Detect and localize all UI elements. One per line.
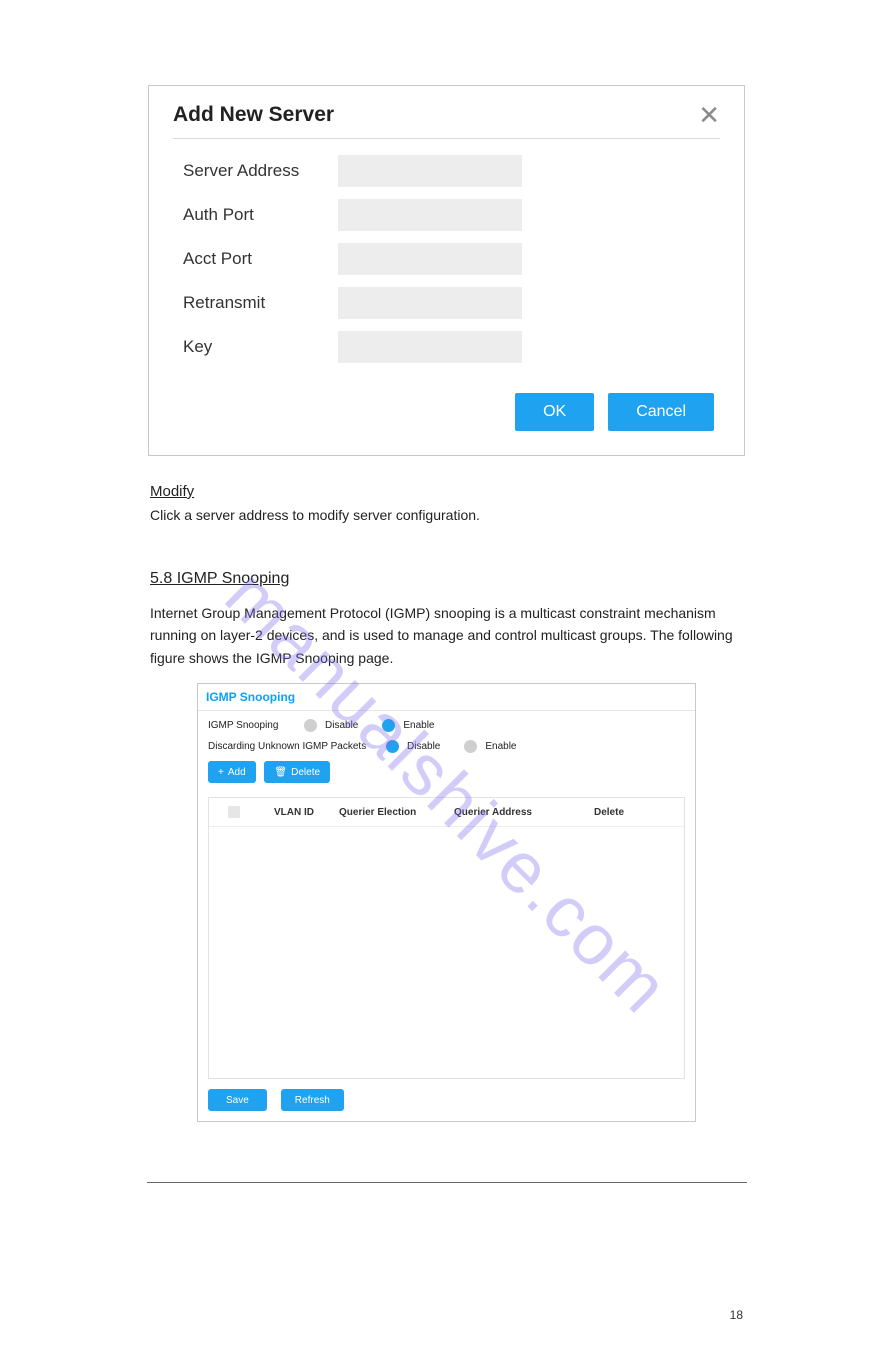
radio-icon[interactable] <box>386 740 399 753</box>
refresh-button[interactable]: Refresh <box>281 1089 344 1111</box>
radio-icon[interactable] <box>382 719 395 732</box>
add-label: Add <box>228 767 246 778</box>
ok-button[interactable]: OK <box>515 393 594 431</box>
close-icon[interactable]: ✕ <box>698 102 720 128</box>
save-button[interactable]: Save <box>208 1089 267 1111</box>
delete-button[interactable]: 🗑 Delete <box>264 761 330 783</box>
enable-option[interactable]: Enable <box>485 741 516 752</box>
acct-port-input[interactable] <box>338 243 522 275</box>
igmp-snooping-label: IGMP Snooping <box>208 720 296 731</box>
divider <box>173 138 720 139</box>
add-server-modal: Add New Server ✕ Server Address Auth Por… <box>148 85 745 456</box>
page-number: 18 <box>730 1308 743 1322</box>
server-address-input[interactable] <box>338 155 522 187</box>
disable-option[interactable]: Disable <box>325 720 358 731</box>
discard-unknown-label: Discarding Unknown IGMP Packets <box>208 741 378 752</box>
footer-divider <box>147 1182 747 1183</box>
igmp-snooping-card: IGMP Snooping IGMP Snooping Disable Enab… <box>197 683 696 1122</box>
auth-port-label: Auth Port <box>173 205 338 225</box>
retransmit-label: Retransmit <box>173 293 338 313</box>
igmp-heading: 5.8 IGMP Snooping <box>150 566 743 592</box>
modify-heading: Modify <box>150 480 743 504</box>
trash-icon: 🗑 <box>274 767 287 778</box>
server-address-label: Server Address <box>173 161 338 181</box>
igmp-intro-text: Internet Group Management Protocol (IGMP… <box>150 602 743 669</box>
modify-text: Click a server address to modify server … <box>150 504 743 526</box>
key-input[interactable] <box>338 331 522 363</box>
cancel-button[interactable]: Cancel <box>608 393 714 431</box>
key-label: Key <box>173 337 338 357</box>
enable-option[interactable]: Enable <box>403 720 434 731</box>
col-vlan-id: VLAN ID <box>249 807 339 818</box>
retransmit-input[interactable] <box>338 287 522 319</box>
plus-icon: + <box>218 767 224 778</box>
modal-title: Add New Server <box>173 103 334 127</box>
auth-port-input[interactable] <box>338 199 522 231</box>
select-all-checkbox[interactable] <box>228 806 240 818</box>
col-querier-election: Querier Election <box>339 807 454 818</box>
vlan-table: VLAN ID Querier Election Querier Address… <box>208 797 685 1079</box>
col-querier-address: Querier Address <box>454 807 594 818</box>
disable-option[interactable]: Disable <box>407 741 440 752</box>
igmp-card-title: IGMP Snooping <box>198 684 695 711</box>
col-delete: Delete <box>594 807 674 818</box>
add-button[interactable]: + Add <box>208 761 256 783</box>
radio-icon[interactable] <box>464 740 477 753</box>
delete-label: Delete <box>291 767 320 778</box>
radio-icon[interactable] <box>304 719 317 732</box>
acct-port-label: Acct Port <box>173 249 338 269</box>
